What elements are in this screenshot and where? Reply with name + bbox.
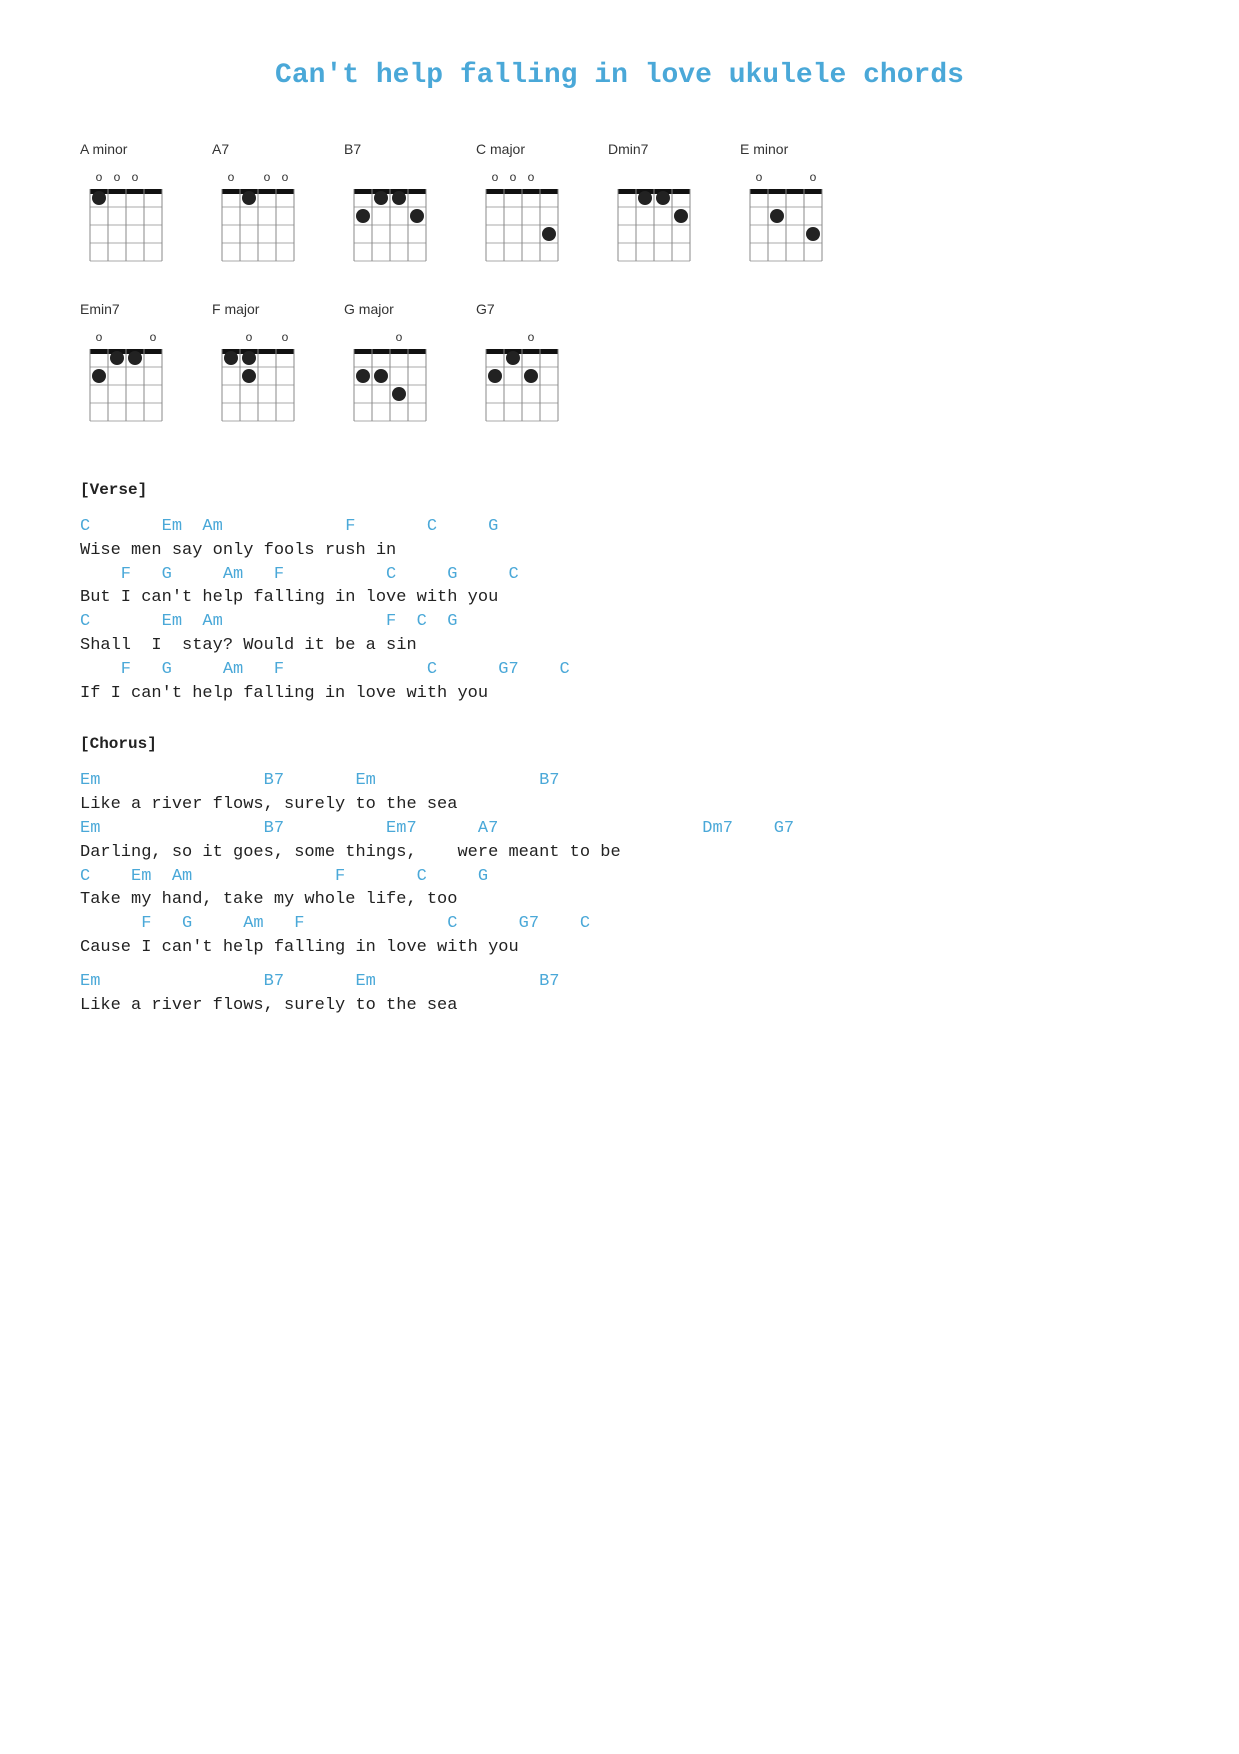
chord-line: Em B7 Em B7	[80, 970, 1159, 994]
svg-text:o: o	[396, 330, 403, 344]
lyric-line: Like a river flows, surely to the sea	[80, 793, 1159, 817]
chord-name: Emin7	[80, 301, 120, 317]
chord-line: C Em Am F C G	[80, 610, 1159, 634]
chord-name: G major	[344, 301, 394, 317]
svg-text:o: o	[228, 170, 235, 184]
svg-text:o: o	[510, 170, 517, 184]
section-label: [Verse]	[80, 481, 1159, 499]
chord-line: F G Am F C G C	[80, 563, 1159, 587]
chord-line: C Em Am F C G	[80, 515, 1159, 539]
svg-text:o: o	[96, 170, 103, 184]
section: [Verse]C Em Am F C GWise men say only fo…	[80, 481, 1159, 705]
svg-text:o: o	[492, 170, 499, 184]
svg-text:o: o	[96, 330, 103, 344]
section-label: [Chorus]	[80, 735, 1159, 753]
lyric-line: If I can't help falling in love with you	[80, 682, 1159, 706]
chord-diagram: Dmin7	[608, 141, 700, 271]
svg-text:o: o	[282, 170, 289, 184]
svg-text:o: o	[132, 170, 139, 184]
svg-text:o: o	[114, 170, 121, 184]
chord-diagram: B7	[344, 141, 436, 271]
svg-text:o: o	[528, 170, 535, 184]
section: [Chorus]Em B7 Em B7Like a river flows, s…	[80, 735, 1159, 1017]
chord-name: A7	[212, 141, 229, 157]
svg-text:o: o	[150, 330, 157, 344]
chord-line: F G Am F C G7 C	[80, 912, 1159, 936]
chord-diagram: F major o o	[212, 301, 304, 431]
svg-text:o: o	[810, 170, 817, 184]
chord-name: E minor	[740, 141, 788, 157]
svg-text:o: o	[246, 330, 253, 344]
lyric-line: But I can't help falling in love with yo…	[80, 586, 1159, 610]
chord-diagram: A7ooo	[212, 141, 304, 271]
chord-name: F major	[212, 301, 259, 317]
chord-name: B7	[344, 141, 361, 157]
svg-text:o: o	[282, 330, 289, 344]
lyric-line: Like a river flows, surely to the sea	[80, 994, 1159, 1018]
svg-text:o: o	[756, 170, 763, 184]
chord-diagram: C majorooo	[476, 141, 568, 271]
svg-text:o: o	[264, 170, 271, 184]
chord-diagram: G7 o	[476, 301, 568, 431]
lyric-line: Darling, so it goes, some things, were m…	[80, 841, 1159, 865]
lyric-line: Cause I can't help falling in love with …	[80, 936, 1159, 960]
lyric-line: Take my hand, take my whole life, too	[80, 888, 1159, 912]
svg-text:o: o	[528, 330, 535, 344]
chord-diagram: A minorooo	[80, 141, 172, 271]
lyric-line: Wise men say only fools rush in	[80, 539, 1159, 563]
chord-name: Dmin7	[608, 141, 648, 157]
chord-diagram: Emin7 o o	[80, 301, 172, 431]
chord-line: Em B7 Em B7	[80, 769, 1159, 793]
chord-diagrams-section: A minoroooA7oooB7C majoroooDmin7E minoro…	[80, 141, 1159, 431]
chord-name: G7	[476, 301, 495, 317]
chord-line: C Em Am F C G	[80, 865, 1159, 889]
chord-name: C major	[476, 141, 525, 157]
chord-name: A minor	[80, 141, 127, 157]
lyrics-container: [Verse]C Em Am F C GWise men say only fo…	[80, 481, 1159, 1017]
chord-diagram: G majoro	[344, 301, 436, 431]
page-title: Can't help falling in love ukulele chord…	[80, 60, 1159, 91]
chord-line: F G Am F C G7 C	[80, 658, 1159, 682]
chord-line: Em B7 Em7 A7 Dm7 G7	[80, 817, 1159, 841]
lyric-line: Shall I stay? Would it be a sin	[80, 634, 1159, 658]
chord-diagram: E minor o o	[740, 141, 832, 271]
